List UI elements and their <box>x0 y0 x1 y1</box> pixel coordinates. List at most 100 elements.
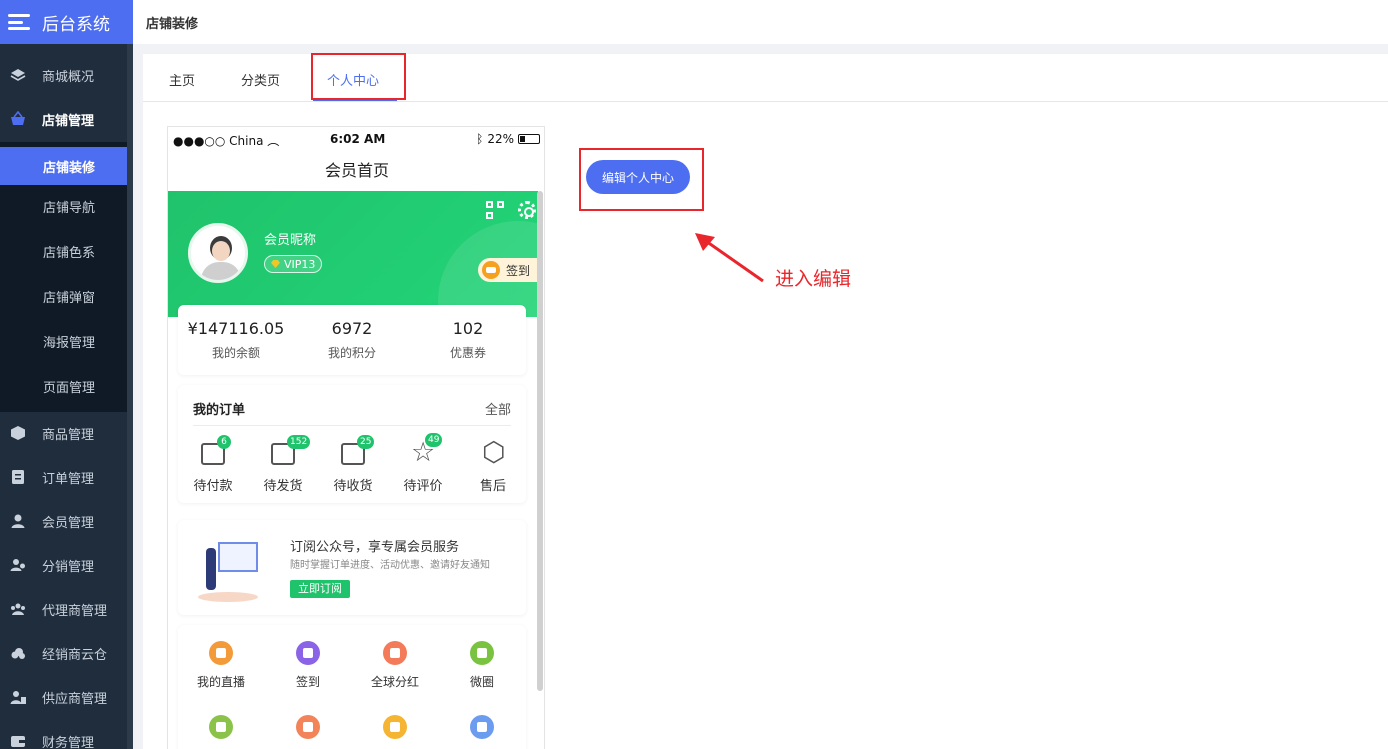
submenu-item-navigation[interactable]: 店铺导航 <box>0 187 127 225</box>
qr-code-icon[interactable] <box>486 201 504 219</box>
highlight-box-tab <box>311 53 406 100</box>
battery-status: ᛒ 22% <box>476 132 540 146</box>
box-icon <box>10 425 26 441</box>
phone-scrollbar[interactable] <box>537 191 543 691</box>
basket-icon <box>10 111 26 127</box>
group-icon <box>10 601 26 617</box>
sidebar-item-label: 供应商管理 <box>42 691 108 707</box>
menu-icon[interactable] <box>8 14 30 30</box>
page-title: 店铺装修 <box>146 16 199 32</box>
sidebar-item-distribution[interactable]: 分销管理 <box>0 543 127 587</box>
tab-home[interactable]: 主页 <box>169 70 195 89</box>
sidebar-item-label: 会员管理 <box>42 515 95 531</box>
orders-all-link[interactable]: 全部 <box>485 399 511 418</box>
member-header: 会员昵称 VIP13 签到 <box>168 191 538 317</box>
wifi-icon: ︵ <box>267 134 280 148</box>
clock-box-icon: 152 <box>271 435 311 465</box>
member-nickname: 会员昵称 <box>264 233 317 248</box>
truck-icon: 25 <box>341 435 375 465</box>
layers-icon <box>10 67 26 83</box>
star-icon: 49 <box>411 433 443 468</box>
orders-title: 我的订单 <box>193 403 246 418</box>
cloud-icon <box>10 645 26 661</box>
user-add-icon <box>296 715 320 739</box>
sidebar-item-orders[interactable]: 订单管理 <box>0 455 127 499</box>
sidebar-item-label: 店铺管理 <box>42 113 95 129</box>
subscribe-card: 订阅公众号，享专属会员服务 随时掌握订单进度、活动优惠、邀请好友通知 立即订阅 <box>178 520 526 615</box>
sidebar-item-warehouse[interactable]: 经销商云仓 <box>0 631 127 675</box>
tool-moments[interactable]: 微圈 <box>447 641 517 690</box>
brand-header: 后台系统 <box>0 0 133 44</box>
sidebar-item-overview[interactable]: 商城概况 <box>0 53 127 97</box>
sidebar-item-label: 订单管理 <box>42 471 95 487</box>
lightning-hex-icon <box>481 437 506 468</box>
tool-signin[interactable]: 签到 <box>273 641 343 690</box>
tool-item[interactable] <box>360 715 430 747</box>
sidebar: 后台系统 商城概况 店铺管理 店铺装修 店铺导航 店铺色系 店铺弹窗 海报管理 … <box>0 0 133 749</box>
wallet-icon <box>10 733 26 749</box>
document-icon <box>10 469 26 485</box>
asset-points[interactable]: 6972 我的积分 <box>294 319 410 361</box>
sidebar-item-products[interactable]: 商品管理 <box>0 411 127 455</box>
signin-button[interactable]: 签到 <box>478 258 538 282</box>
calendar-icon <box>296 641 320 665</box>
orders-card: 我的订单 全部 6 待付款 152 待发货 25 待收货 49 <box>178 385 526 503</box>
status-bar: ●●●○○ China ︵ 6:02 AM ᛒ 22% <box>168 127 544 149</box>
submenu-item-poster[interactable]: 海报管理 <box>0 322 127 360</box>
tools-card: 我的直播 签到 全球分红 微圈 <box>178 625 526 749</box>
tag-icon <box>470 715 494 739</box>
order-after-sales[interactable]: 售后 <box>458 437 528 494</box>
submenu-item-colors[interactable]: 店铺色系 <box>0 232 127 270</box>
sidebar-item-store[interactable]: 店铺管理 <box>0 97 127 141</box>
sidebar-item-label: 商品管理 <box>42 427 95 443</box>
arrow-icon <box>695 233 764 283</box>
tool-live[interactable]: 我的直播 <box>186 641 256 690</box>
coin-icon <box>482 261 500 279</box>
order-pending-review[interactable]: 49 待评价 <box>388 433 458 494</box>
edit-personal-center-button[interactable]: 编辑个人中心 <box>586 160 690 194</box>
subscribe-button[interactable]: 立即订阅 <box>290 580 350 598</box>
tool-global-dividend[interactable]: 全球分红 <box>360 641 430 690</box>
carrier-label: ●●●○○ China ︵ <box>173 134 280 148</box>
content-panel: 主页 分类页 个人中心 ●●●○○ China ︵ 6:02 AM ᛒ 22% … <box>143 53 1388 749</box>
order-pending-shipment[interactable]: 152 待发货 <box>248 435 318 494</box>
sidebar-item-members[interactable]: 会员管理 <box>0 499 127 543</box>
live-icon <box>209 641 233 665</box>
submenu-item-popup[interactable]: 店铺弹窗 <box>0 277 127 315</box>
tool-item[interactable] <box>447 715 517 747</box>
tab-category[interactable]: 分类页 <box>241 70 280 89</box>
sidebar-item-label: 代理商管理 <box>42 603 108 619</box>
subscribe-description: 随时掌握订单进度、活动优惠、邀请好友通知 <box>290 560 490 571</box>
sidebar-item-suppliers[interactable]: 供应商管理 <box>0 675 127 719</box>
moments-icon <box>470 641 494 665</box>
app-title: 后台系统 <box>42 14 110 35</box>
submenu-item-decoration[interactable]: 店铺装修 <box>0 147 127 185</box>
bluetooth-icon: ᛒ <box>476 132 484 146</box>
subscribe-illustration <box>194 530 264 606</box>
tool-item[interactable] <box>273 715 343 747</box>
tool-item[interactable] <box>186 715 256 747</box>
sidebar-item-label: 分销管理 <box>42 559 95 575</box>
phone-preview: ●●●○○ China ︵ 6:02 AM ᛒ 22% 会员首页 会员昵称 VI… <box>167 126 545 749</box>
users-share-icon <box>10 557 26 573</box>
avatar[interactable] <box>188 223 248 283</box>
submenu-item-pages[interactable]: 页面管理 <box>0 367 127 405</box>
supplier-icon <box>10 689 26 705</box>
status-time: 6:02 AM <box>330 132 386 146</box>
sidebar-scrollbar[interactable] <box>127 44 133 749</box>
sidebar-item-agents[interactable]: 代理商管理 <box>0 587 127 631</box>
order-pending-payment[interactable]: 6 待付款 <box>178 435 248 494</box>
asset-coupons[interactable]: 102 优惠券 <box>410 319 526 361</box>
sidebar-item-finance[interactable]: 财务管理 <box>0 719 127 749</box>
vip-badge: VIP13 <box>264 255 323 273</box>
sidebar-item-label: 商城概况 <box>42 69 95 85</box>
sidebar-item-label: 经销商云仓 <box>42 647 108 663</box>
order-pending-receipt[interactable]: 25 待收货 <box>318 435 388 494</box>
asset-balance[interactable]: ¥147116.05 我的余额 <box>178 319 294 361</box>
sidebar-item-label: 财务管理 <box>42 735 95 749</box>
user-icon <box>10 513 26 529</box>
battery-icon <box>518 134 540 144</box>
wallet-icon: 6 <box>201 435 231 465</box>
store-submenu: 店铺装修 店铺导航 店铺色系 店铺弹窗 海报管理 页面管理 <box>0 142 127 412</box>
gear-icon[interactable] <box>518 201 536 219</box>
